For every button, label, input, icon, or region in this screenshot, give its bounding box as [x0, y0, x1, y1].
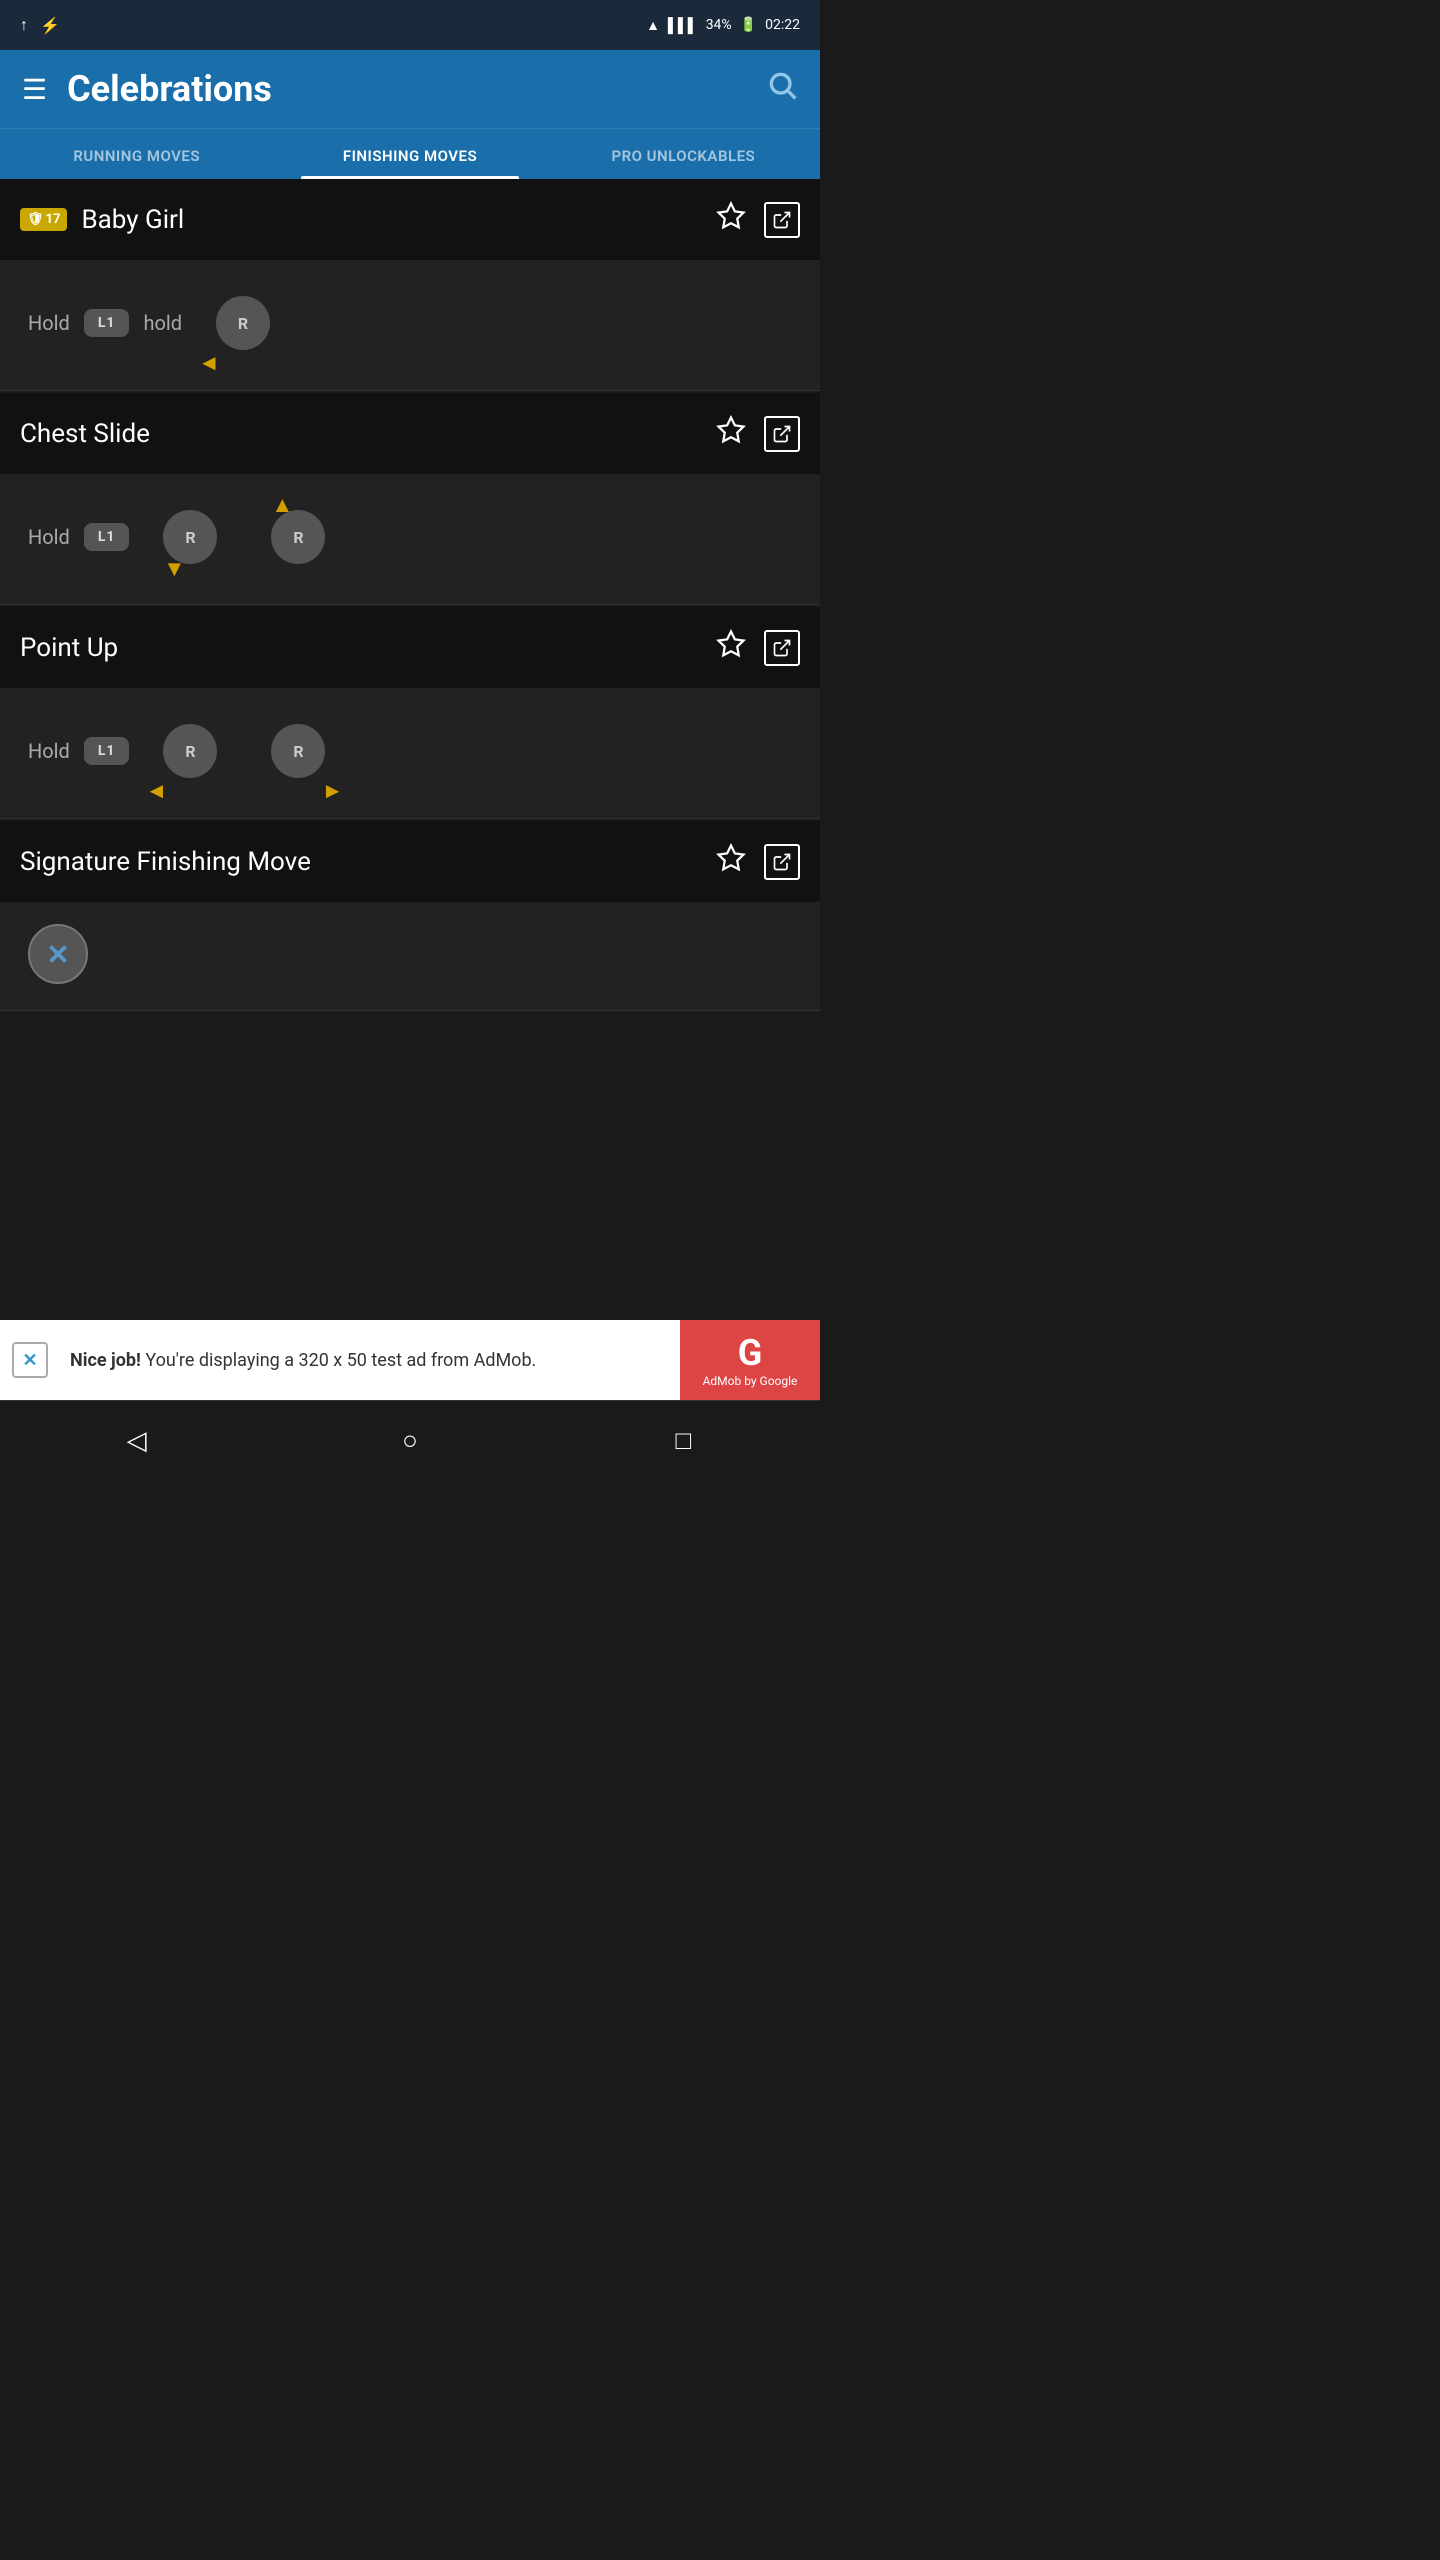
- ad-close-x-icon[interactable]: ✕: [12, 1342, 48, 1378]
- move-card-signature: Signature Finishing Move: [0, 821, 820, 1011]
- tabs-bar: RUNNING MOVES FINISHING MOVES PRO UNLOCK…: [0, 128, 820, 179]
- tab-finishing-moves[interactable]: FINISHING MOVES: [273, 129, 546, 179]
- status-right: ▲ ▌▌▌ 34% 🔋 02:22: [646, 17, 800, 34]
- clock: 02:22: [765, 17, 800, 33]
- shield-badge-icon: 🛡: [27, 212, 44, 227]
- btn-l1-point: L1: [84, 737, 130, 765]
- arrow-left-baby-girl: ◄: [198, 350, 220, 376]
- btn-r1-container-point: R ◄: [163, 724, 217, 778]
- ad-logo[interactable]: G AdMob by Google: [680, 1320, 820, 1400]
- close-signature-button[interactable]: [28, 924, 88, 984]
- close-x-label: ✕: [22, 1350, 37, 1371]
- menu-button[interactable]: ☰: [22, 73, 47, 106]
- btn-r-container-baby-girl: R ◄: [216, 296, 270, 350]
- move-card-baby-girl: 🛡 17 Baby Girl: [0, 179, 820, 391]
- move-controls-point-up: Hold L1 R ◄ R ►: [0, 688, 820, 818]
- battery-icon: 🔋: [740, 17, 757, 33]
- move-controls-chest-slide: Hold L1 R ▼ R ▲: [0, 474, 820, 604]
- ad-banner: ✕ Nice job! You're displaying a 320 x 50…: [0, 1320, 820, 1400]
- btn-r2-container-point: R ►: [271, 724, 325, 778]
- move-actions-baby-girl: [716, 201, 800, 238]
- arrow-right-point: ►: [322, 778, 344, 804]
- status-bar: ↑ ⚡ ▲ ▌▌▌ 34% 🔋 02:22: [0, 0, 820, 50]
- move-title-area: 🛡 17 Baby Girl: [20, 205, 184, 235]
- external-baby-girl[interactable]: [764, 202, 800, 238]
- move-actions-signature: [716, 843, 800, 880]
- hold-text-baby-girl: Hold: [28, 311, 70, 335]
- move-controls-baby-girl: Hold L1 hold R ◄: [0, 260, 820, 390]
- usb-icon: ⚡: [40, 16, 60, 35]
- move-name-baby-girl: Baby Girl: [81, 205, 184, 235]
- btn-r-baby-girl: R: [216, 296, 270, 350]
- move-header-point-up: Point Up: [0, 607, 820, 688]
- hold-text-chest: Hold: [28, 525, 70, 549]
- upload-icon: ↑: [20, 15, 28, 35]
- move-controls-signature: [0, 902, 820, 1010]
- move-actions-point-up: [716, 629, 800, 666]
- back-button[interactable]: ◁: [107, 1411, 167, 1471]
- external-signature[interactable]: [764, 844, 800, 880]
- ad-logo-text: AdMob by Google: [703, 1374, 798, 1388]
- ad-logo-icon: G: [738, 1332, 763, 1374]
- content-area: 🛡 17 Baby Girl: [0, 179, 820, 1320]
- app-header: ☰ Celebrations: [0, 50, 820, 128]
- ad-text: You're displaying a 320 x 50 test ad fro…: [145, 1350, 536, 1371]
- external-point-up[interactable]: [764, 630, 800, 666]
- move-card-chest-slide: Chest Slide Hold L1: [0, 393, 820, 605]
- signal-icon: ▌▌▌: [668, 17, 698, 34]
- favorite-signature[interactable]: [716, 843, 746, 880]
- search-button[interactable]: [766, 69, 798, 109]
- wifi-icon: ▲: [646, 17, 660, 34]
- bottom-nav: ◁ ○ □: [0, 1400, 820, 1480]
- move-header-chest-slide: Chest Slide: [0, 393, 820, 474]
- ad-text-area: Nice job! You're displaying a 320 x 50 t…: [60, 1350, 680, 1371]
- move-header-signature: Signature Finishing Move: [0, 821, 820, 902]
- recents-button[interactable]: □: [653, 1411, 713, 1471]
- arrow-left-point: ◄: [145, 778, 167, 804]
- btn-r1-container-chest: R ▼: [163, 510, 217, 564]
- page-title: Celebrations: [67, 68, 766, 110]
- btn-l1-chest: L1: [84, 523, 130, 551]
- battery-text: 34%: [706, 17, 732, 33]
- favorite-point-up[interactable]: [716, 629, 746, 666]
- hold-text-point: Hold: [28, 739, 70, 763]
- arrow-up-chest: ▲: [271, 492, 293, 518]
- move-name-chest-slide: Chest Slide: [20, 419, 150, 449]
- arrow-down-chest: ▼: [163, 556, 185, 582]
- btn-r2-container-chest: R ▲: [271, 510, 325, 564]
- move-card-point-up: Point Up Hold L1: [0, 607, 820, 819]
- status-left: ↑ ⚡: [20, 15, 60, 35]
- favorite-baby-girl[interactable]: [716, 201, 746, 238]
- move-name-point-up: Point Up: [20, 633, 118, 663]
- home-button[interactable]: ○: [380, 1411, 440, 1471]
- hold-text2-baby-girl: hold: [143, 311, 182, 335]
- move-title-area-point: Point Up: [20, 633, 118, 663]
- move-title-area-sig: Signature Finishing Move: [20, 847, 311, 877]
- move-actions-chest-slide: [716, 415, 800, 452]
- move-header-baby-girl: 🛡 17 Baby Girl: [0, 179, 820, 260]
- btn-r2-chest: R: [271, 510, 325, 564]
- btn-r1-point: R: [163, 724, 217, 778]
- ad-bold-text: Nice job!: [70, 1350, 141, 1371]
- tab-pro-unlockables[interactable]: PRO UNLOCKABLES: [547, 129, 820, 179]
- ad-close-button[interactable]: ✕: [0, 1334, 60, 1386]
- badge-17: 🛡 17: [20, 208, 67, 231]
- move-title-area-chest: Chest Slide: [20, 419, 150, 449]
- btn-r2-point: R: [271, 724, 325, 778]
- external-chest-slide[interactable]: [764, 416, 800, 452]
- tab-running-moves[interactable]: RUNNING MOVES: [0, 129, 273, 179]
- move-name-signature: Signature Finishing Move: [20, 847, 311, 877]
- favorite-chest-slide[interactable]: [716, 415, 746, 452]
- btn-l1-baby-girl: L1: [84, 309, 130, 337]
